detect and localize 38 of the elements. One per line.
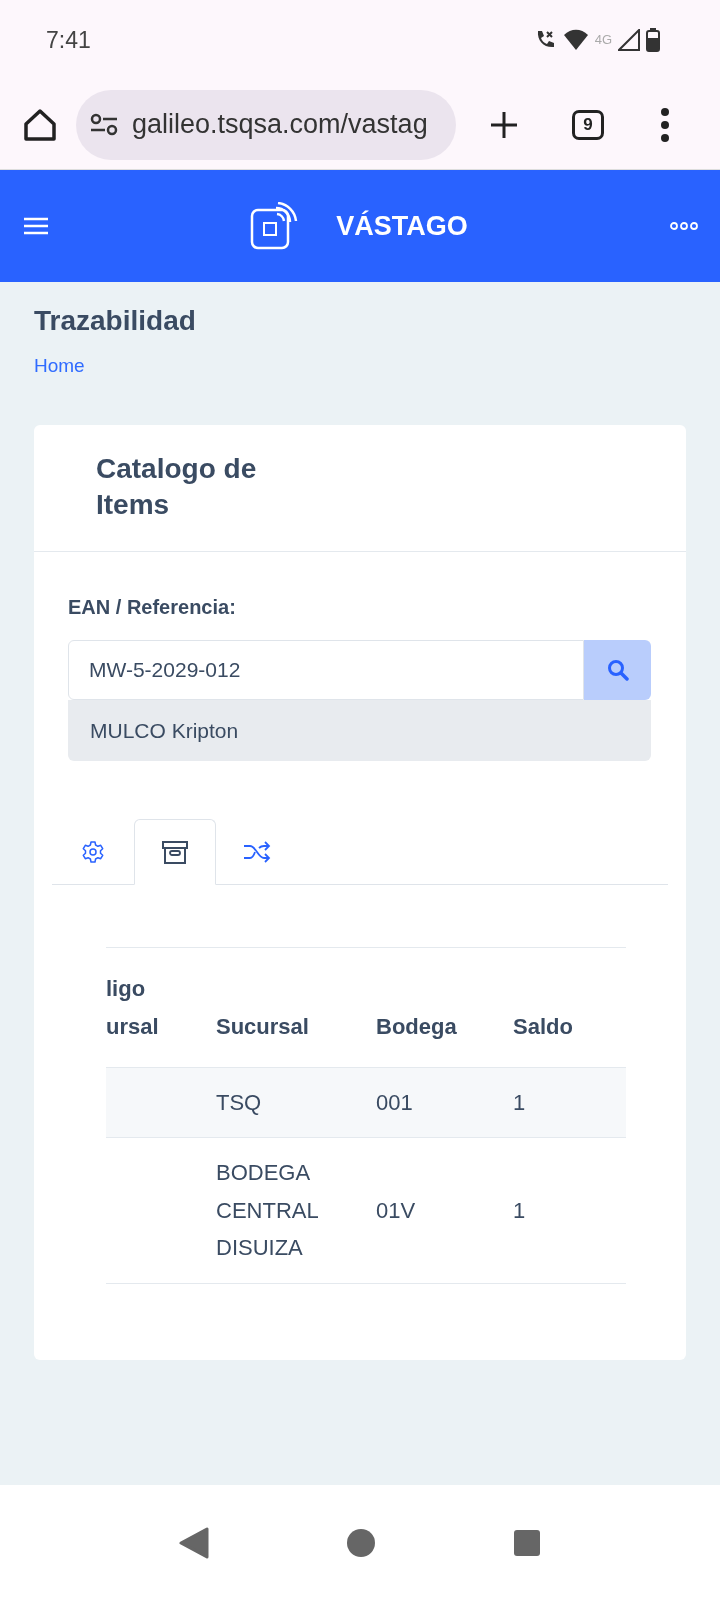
table-cell: 001 xyxy=(376,1090,413,1116)
table-cell: 1 xyxy=(513,1197,526,1223)
back-icon[interactable] xyxy=(178,1526,209,1559)
tab-count-button[interactable]: 9 xyxy=(572,109,604,140)
column-header: ligo ursal xyxy=(106,975,160,1041)
table-cell: 01V xyxy=(376,1197,416,1223)
home-icon[interactable] xyxy=(22,106,58,143)
url-text: galileo.tsqsa.com/vastag xyxy=(132,108,428,142)
wifi-icon xyxy=(562,29,589,51)
column-header: Sucursal xyxy=(216,1013,309,1039)
recents-icon[interactable] xyxy=(513,1528,542,1557)
tab[interactable] xyxy=(134,819,216,886)
network-label: 4G xyxy=(594,31,612,50)
table-cell-text: BODEGA CENTRAL DISUIZA xyxy=(216,1159,319,1263)
brand-name: VÁSTAGO xyxy=(336,209,468,243)
search-field[interactable]: MW-5-2029-012 xyxy=(68,640,584,701)
gear-icon xyxy=(81,840,105,865)
field-label: EAN / Referencia: xyxy=(68,595,237,621)
address-bar[interactable]: galileo.tsqsa.com/vastag xyxy=(76,89,456,160)
status-time: 7:41 xyxy=(46,25,91,55)
shuffle-icon xyxy=(243,841,271,864)
column-header: Saldo xyxy=(513,1013,573,1039)
suggestion-item[interactable]: MULCO Kripton xyxy=(68,700,651,762)
archive-box-icon xyxy=(162,839,188,866)
signal-icon xyxy=(618,29,640,51)
site-settings-icon[interactable] xyxy=(90,112,118,137)
search-button[interactable] xyxy=(584,640,651,701)
menu-icon[interactable] xyxy=(24,216,48,236)
column-header: Bodega xyxy=(376,1013,457,1039)
page-title: Trazabilidad xyxy=(34,304,197,338)
more-icon[interactable] xyxy=(660,107,670,142)
card-title: Catalogo de Items xyxy=(96,451,258,522)
breadcrumb-link[interactable]: Home xyxy=(34,355,85,376)
search-icon xyxy=(606,659,629,682)
table-cell-text: TSQ xyxy=(216,1089,262,1118)
table-cell: 1 xyxy=(513,1090,526,1116)
battery-icon xyxy=(646,28,660,52)
logo-icon xyxy=(250,202,299,250)
